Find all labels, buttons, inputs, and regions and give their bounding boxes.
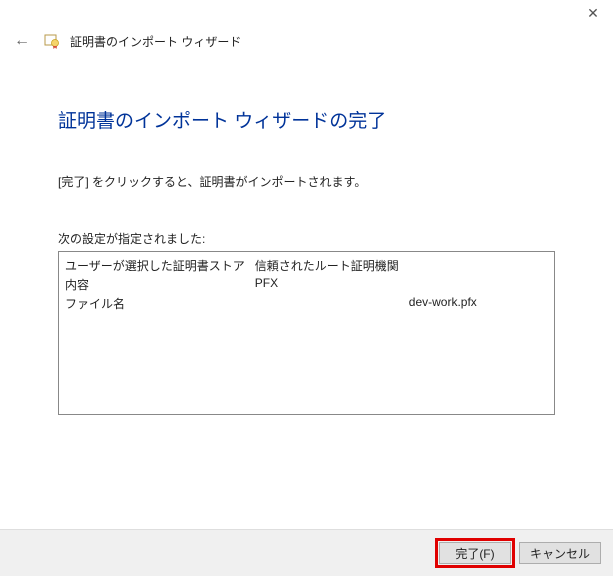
settings-table: ユーザーが選択した証明書ストア 信頼されたルート証明機関 内容 PFX ファイル… [65,256,487,313]
settings-label: 次の設定が指定されました: [58,230,555,247]
table-row: 内容 PFX [65,275,487,294]
table-row: ユーザーが選択した証明書ストア 信頼されたルート証明機関 [65,256,487,275]
page-heading: 証明書のインポート ウィザードの完了 [58,106,555,133]
instruction-text: [完了] をクリックすると、証明書がインポートされます。 [58,173,555,190]
setting-value [255,294,409,313]
setting-key: ユーザーが選択した証明書ストア [65,256,255,275]
setting-value-2: dev-work.pfx [409,294,487,313]
header-bar: ← 証明書のインポート ウィザード [0,26,613,64]
content-area: 証明書のインポート ウィザードの完了 [完了] をクリックすると、証明書がインポ… [0,64,613,415]
finish-button[interactable]: 完了(F) [439,542,511,564]
setting-value-2 [409,256,487,275]
title-bar: ✕ [0,0,613,26]
certificate-icon [44,33,60,49]
cancel-button[interactable]: キャンセル [519,542,601,564]
setting-key: ファイル名 [65,294,255,313]
close-icon[interactable]: ✕ [581,4,605,22]
window-title: 証明書のインポート ウィザード [70,33,241,50]
settings-summary-box[interactable]: ユーザーが選択した証明書ストア 信頼されたルート証明機関 内容 PFX ファイル… [58,251,555,415]
setting-value: 信頼されたルート証明機関 [255,256,409,275]
setting-value: PFX [255,275,409,294]
back-arrow-icon[interactable]: ← [10,30,34,52]
setting-value-2 [409,275,487,294]
dialog-footer: 完了(F) キャンセル [0,529,613,576]
setting-key: 内容 [65,275,255,294]
table-row: ファイル名 dev-work.pfx [65,294,487,313]
